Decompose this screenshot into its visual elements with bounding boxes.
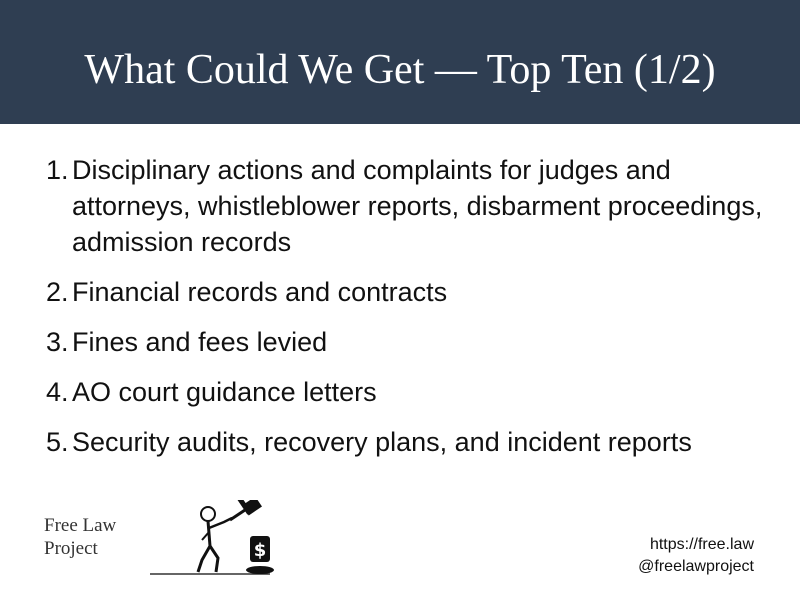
list-item-number: 1. [46,155,69,185]
list-item-number: 2. [46,277,69,307]
svg-text:$: $ [254,540,267,561]
list-item-text: Financial records and contracts [72,277,448,307]
title-bar: What Could We Get — Top Ten (1/2) [0,0,800,124]
list-item-text: Security audits, recovery plans, and inc… [72,427,692,457]
logo-line-2: Project [44,538,98,559]
logo-line-1: Free Law [44,515,117,536]
free-law-project-logo: Free Law Project $ [40,500,280,580]
list-item-text: Disciplinary actions and complaints for … [72,155,763,257]
slide-title: What Could We Get — Top Ten (1/2) [84,47,716,93]
website-url[interactable]: https://free.law [638,534,754,556]
logo-wordmark: Free Law Project [44,514,144,560]
list-item: 5. Security audits, recovery plans, and … [46,424,776,460]
list-item: 1. Disciplinary actions and complaints f… [46,152,776,260]
list-item: 3. Fines and fees levied [46,324,776,360]
list-item-text: AO court guidance letters [72,377,377,407]
social-handle[interactable]: @freelawproject [638,556,754,578]
list-item-number: 5. [46,427,69,457]
footer-contact: https://free.law @freelawproject [638,534,754,578]
gavel-figure-icon: $ [150,500,274,575]
list-item-text: Fines and fees levied [72,327,328,357]
top-ten-list: 1. Disciplinary actions and complaints f… [46,152,776,474]
list-item-number: 3. [46,327,69,357]
list-item: 4. AO court guidance letters [46,374,776,410]
list-item: 2. Financial records and contracts [46,274,776,310]
list-item-number: 4. [46,377,69,407]
